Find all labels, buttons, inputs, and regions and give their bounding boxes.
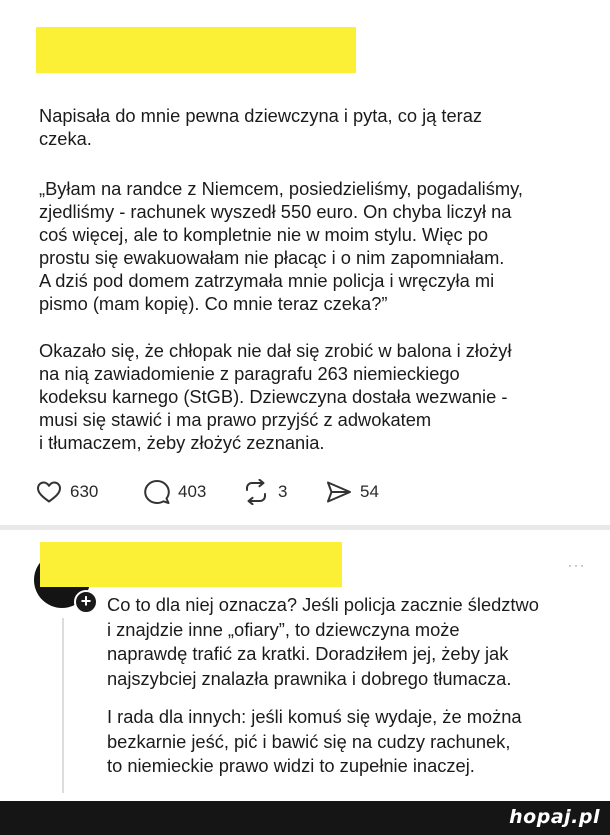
post-paragraph-quote: „Byłam na randce z Niemcem, posiedzieliś… xyxy=(39,178,523,314)
send-icon xyxy=(327,481,351,503)
repost-count: 3 xyxy=(278,482,288,501)
speech-bubble-icon xyxy=(144,480,170,504)
heart-icon xyxy=(37,481,61,503)
comment-count: 403 xyxy=(178,482,207,501)
reply-paragraph-2: I rada dla innych: jeśli komuś się wydaj… xyxy=(107,706,522,776)
thread-line xyxy=(62,618,64,793)
follow-plus-icon[interactable]: + xyxy=(74,590,98,614)
more-options-icon[interactable]: ··· xyxy=(568,558,586,572)
post-paragraph-intro: Napisała do mnie pewna dziewczyna i pyta… xyxy=(39,105,483,149)
redacted-reply-author-name xyxy=(40,542,342,587)
share-count: 54 xyxy=(360,482,379,501)
watermark-footer: hopaj.pl xyxy=(0,801,610,835)
post-paragraph-outcome: Okazało się, że chłopak nie dał się zrob… xyxy=(39,340,512,453)
comment-button[interactable]: 403 xyxy=(144,478,206,506)
share-button[interactable]: 54 xyxy=(326,478,379,506)
repost-icon xyxy=(246,479,266,505)
repost-button[interactable]: 3 xyxy=(242,478,287,506)
reply-paragraph-1: Co to dla niej oznacza? Jeśli policja za… xyxy=(107,594,539,689)
like-button[interactable]: 630 xyxy=(36,478,98,506)
like-count: 630 xyxy=(70,482,99,501)
site-logo: hopaj.pl xyxy=(509,806,600,828)
redacted-author-name xyxy=(36,27,356,73)
